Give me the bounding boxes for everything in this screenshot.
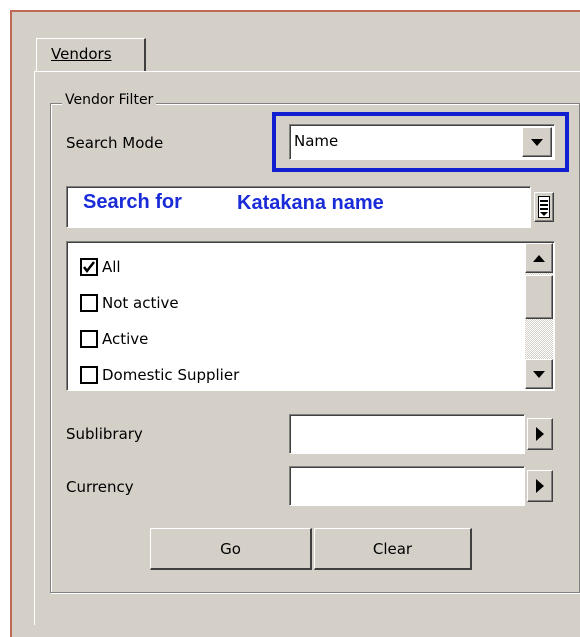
list-item[interactable]: Active bbox=[80, 328, 148, 350]
list-item[interactable]: Domestic Supplier bbox=[80, 364, 239, 386]
checkbox-not-active[interactable] bbox=[80, 294, 98, 312]
scroll-thumb[interactable] bbox=[525, 275, 553, 319]
checkmark-icon bbox=[83, 261, 95, 274]
checkbox-active[interactable] bbox=[80, 330, 98, 348]
search-input-value: Katakana name bbox=[237, 192, 384, 215]
arrow-right-icon bbox=[536, 479, 544, 493]
tab-vendors-label: Vendors bbox=[51, 45, 112, 63]
search-options-icon bbox=[538, 196, 550, 218]
search-mode-label: Search Mode bbox=[66, 134, 164, 152]
list-item-label: Active bbox=[102, 330, 149, 348]
checkbox-domestic-supplier[interactable] bbox=[80, 366, 98, 384]
scroll-down-button[interactable] bbox=[525, 359, 553, 389]
sublibrary-lookup-button[interactable] bbox=[527, 418, 553, 450]
currency-field[interactable] bbox=[289, 466, 525, 506]
currency-lookup-button[interactable] bbox=[527, 470, 553, 502]
go-button[interactable]: Go bbox=[150, 528, 312, 570]
arrow-up-icon bbox=[533, 254, 545, 262]
go-button-label: Go bbox=[220, 539, 241, 558]
list-item[interactable]: All bbox=[80, 256, 121, 278]
arrow-down-icon bbox=[533, 370, 545, 378]
arrow-right-icon bbox=[536, 427, 544, 441]
search-mode-select[interactable]: Name bbox=[289, 124, 555, 160]
sublibrary-label: Sublibrary bbox=[66, 425, 143, 443]
currency-label: Currency bbox=[66, 478, 134, 496]
clear-button-label: Clear bbox=[372, 539, 413, 558]
checkbox-all[interactable] bbox=[80, 258, 98, 276]
list-item-label: Domestic Supplier bbox=[102, 366, 240, 384]
list-item-label: Not active bbox=[102, 294, 179, 312]
chevron-down-icon bbox=[531, 138, 543, 146]
search-prefix-label: Search for bbox=[83, 191, 182, 213]
clear-button[interactable]: Clear bbox=[314, 528, 472, 570]
scroll-up-button[interactable] bbox=[525, 243, 553, 273]
sublibrary-field[interactable] bbox=[289, 414, 525, 454]
list-item-label: All bbox=[102, 258, 121, 276]
list-item[interactable]: Not active bbox=[80, 292, 179, 314]
search-mode-value: Name bbox=[294, 132, 339, 150]
search-options-button[interactable] bbox=[534, 192, 554, 222]
tab-vendors[interactable]: Vendors bbox=[36, 38, 146, 72]
search-mode-dropdown-button[interactable] bbox=[522, 127, 552, 157]
vendor-filter-legend: Vendor Filter bbox=[62, 92, 157, 108]
